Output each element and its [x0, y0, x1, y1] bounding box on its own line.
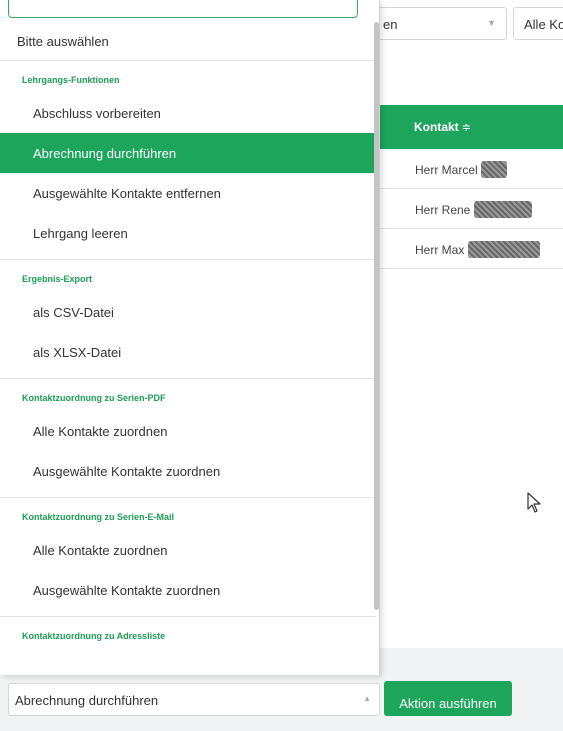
contact-name: Herr Max — [415, 243, 465, 257]
redacted-surname — [473, 201, 532, 218]
option-group-serien-pdf: Kontaktzuordnung zu Serien-PDF Alle Kont… — [0, 378, 376, 497]
chevron-up-icon: ▲ — [363, 694, 371, 703]
dropdown-search-input[interactable] — [8, 0, 358, 18]
action-select-value: Abrechnung durchführen — [15, 693, 159, 708]
contact-filter-value: Alle Ko — [524, 17, 563, 32]
column-header-label: Kontakt — [414, 120, 459, 134]
action-select[interactable]: Abrechnung durchführen ▲ — [8, 683, 380, 716]
option-kontakte-entfernen[interactable]: Ausgewählte Kontakte entfernen — [0, 173, 376, 213]
action-dropdown-menu: Bitte auswählen Lehrgangs-Funktionen Abs… — [0, 0, 380, 675]
contacts-table: Herr Marcel Herr Rene Herr Max — [372, 149, 563, 269]
option-email-alle-zuordnen[interactable]: Alle Kontakte zuordnen — [0, 530, 376, 570]
option-xlsx-export[interactable]: als XLSX-Datei — [0, 332, 376, 372]
table-row[interactable]: Herr Marcel — [373, 149, 563, 189]
option-csv-export[interactable]: als CSV-Datei — [0, 292, 376, 332]
redacted-surname — [481, 161, 508, 178]
option-group-title: Kontaktzuordnung zu Serien-E-Mail — [22, 512, 174, 522]
table-row[interactable]: Herr Max — [373, 229, 563, 269]
table-header-kontakt[interactable]: Kontakt ≑ — [372, 105, 563, 149]
mouse-cursor-icon — [527, 492, 541, 513]
option-group-title: Lehrgangs-Funktionen — [22, 75, 120, 85]
dropdown-placeholder-option[interactable]: Bitte auswählen — [0, 20, 376, 60]
redacted-surname — [467, 241, 540, 258]
option-group-title: Ergebnis-Export — [22, 274, 93, 284]
option-group-lehrgangs-funktionen: Lehrgangs-Funktionen Abschluss vorbereit… — [0, 60, 376, 259]
dropdown-scrollbar[interactable] — [374, 22, 379, 610]
option-group-ergebnis-export: Ergebnis-Export als CSV-Datei als XLSX-D… — [0, 259, 376, 378]
table-row[interactable]: Herr Rene — [373, 189, 563, 229]
chevron-down-icon: ▼ — [487, 18, 496, 28]
option-pdf-alle-zuordnen[interactable]: Alle Kontakte zuordnen — [0, 411, 376, 451]
option-lehrgang-leeren[interactable]: Lehrgang leeren — [0, 213, 376, 253]
filter-select[interactable]: en ▼ — [372, 7, 507, 40]
option-abrechnung-durchfuehren[interactable]: Abrechnung durchführen — [0, 133, 376, 173]
option-group-title: Kontaktzuordnung zu Adressliste — [22, 631, 166, 641]
option-abschluss-vorbereiten[interactable]: Abschluss vorbereiten — [0, 93, 376, 133]
execute-action-button[interactable]: Aktion ausführen — [384, 681, 512, 716]
contact-name: Herr Rene — [415, 203, 471, 217]
option-pdf-ausgewaehlte-zuordnen[interactable]: Ausgewählte Kontakte zuordnen — [0, 451, 376, 491]
filter-select-value: en — [383, 17, 398, 32]
option-group-serien-email: Kontaktzuordnung zu Serien-E-Mail Alle K… — [0, 497, 376, 616]
dropdown-options-list: Bitte auswählen Lehrgangs-Funktionen Abs… — [0, 20, 376, 655]
sort-updown-icon[interactable]: ≑ — [462, 122, 471, 134]
option-group-adressliste: Kontaktzuordnung zu Adressliste — [0, 616, 376, 655]
contact-filter-select[interactable]: Alle Ko — [513, 7, 563, 40]
option-email-ausgewaehlte-zuordnen[interactable]: Ausgewählte Kontakte zuordnen — [0, 570, 376, 610]
option-group-title: Kontaktzuordnung zu Serien-PDF — [22, 393, 166, 403]
contact-name: Herr Marcel — [415, 163, 478, 177]
